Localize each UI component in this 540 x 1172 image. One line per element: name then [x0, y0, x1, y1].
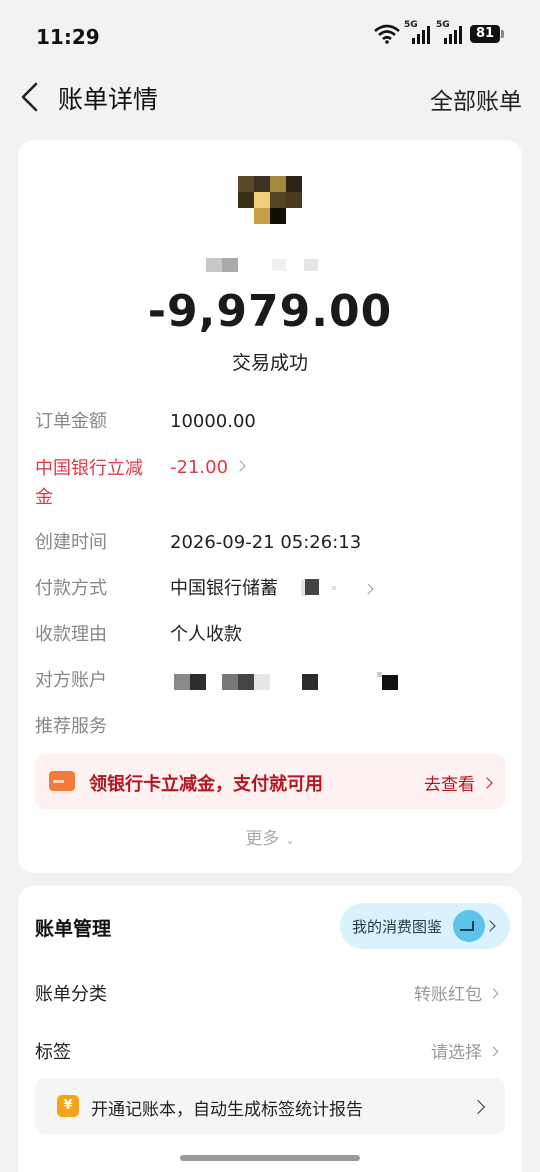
detail-key: 收款理由	[35, 624, 107, 645]
page-title: 账单详情	[58, 85, 159, 114]
chevron-right-icon	[484, 920, 496, 932]
promo-text: 领银行卡立减金，支付就可用	[89, 774, 323, 795]
detail-key: 订单金额	[35, 411, 107, 432]
nav-bar: 账单详情 全部账单	[0, 70, 540, 124]
spending-gallery-button[interactable]: 我的消费图鉴	[340, 903, 510, 949]
detail-key: 对方账户	[35, 670, 107, 691]
open-ledger-banner[interactable]: ¥ 开通记账本，自动生成标签统计报告	[35, 1078, 505, 1134]
redacted-block	[332, 586, 336, 590]
section-title: 账单管理	[35, 918, 112, 940]
detail-key: 中国银行立减金	[35, 458, 143, 508]
ledger-text: 开通记账本，自动生成标签统计报告	[91, 1100, 363, 1120]
chevron-right-icon	[470, 1099, 486, 1115]
chevron-down-icon: ⌄	[285, 834, 295, 847]
wifi-icon	[374, 24, 400, 44]
chevron-right-icon	[488, 1046, 499, 1056]
chevron-left-icon[interactable]	[18, 80, 48, 114]
avatar	[238, 176, 302, 224]
bill-category-row[interactable]: 账单分类 转账红包	[35, 980, 505, 1010]
chevron-right-icon	[234, 460, 246, 472]
cellular-signal-icon: 5G	[436, 20, 464, 44]
detail-value: -21.00	[170, 454, 246, 482]
promo-banner[interactable]: 领银行卡立减金，支付就可用 去查看	[35, 754, 505, 809]
row-value: 转账红包	[414, 980, 499, 1005]
signal-label: 5G	[436, 20, 450, 30]
transaction-amount: -9,979.00	[147, 286, 393, 337]
cellular-signal-icon: 5G	[404, 20, 432, 44]
all-bills-link[interactable]: 全部账单	[430, 82, 522, 116]
row-key: 账单分类	[35, 984, 107, 1005]
chevron-right-icon	[481, 777, 493, 789]
detail-value: 2026-09-21 05:26:13	[170, 532, 362, 553]
detail-key: 推荐服务	[35, 716, 107, 737]
redacted-block	[305, 579, 319, 595]
transaction-status: 交易成功	[231, 352, 308, 374]
transaction-card: -9,979.00 交易成功 订单金额 10000.00 中国银行立减金 -21…	[18, 140, 522, 873]
row-key: 标签	[35, 1042, 71, 1063]
promo-view-link[interactable]: 去查看	[424, 770, 493, 795]
account-redacted	[174, 672, 398, 690]
counterparty-name-redacted	[206, 258, 318, 272]
detail-value: 中国银行储蓄	[170, 575, 500, 603]
detail-key: 创建时间	[35, 532, 107, 553]
spending-gallery-icon	[453, 910, 485, 942]
bill-management-card: 账单管理 我的消费图鉴 账单分类 转账红包 标签 请选择 ¥ 开通记账本，自动生…	[18, 886, 522, 1172]
status-time: 11:29	[36, 25, 100, 49]
chevron-right-icon	[488, 988, 499, 998]
signal-label: 5G	[404, 20, 418, 30]
home-indicator[interactable]	[180, 1155, 360, 1161]
more-button[interactable]: 更多 ⌄	[18, 824, 522, 849]
card-icon	[49, 771, 75, 791]
row-value: 请选择	[431, 1038, 499, 1063]
gallery-label: 我的消费图鉴	[352, 918, 443, 936]
status-icons: 5G 5G 81	[374, 20, 504, 44]
detail-key: 付款方式	[35, 578, 107, 599]
tag-row[interactable]: 标签 请选择	[35, 1038, 505, 1068]
battery-icon: 81	[470, 25, 504, 43]
status-bar: 11:29 5G 5G 81	[0, 0, 540, 70]
yuan-ledger-icon: ¥	[57, 1095, 79, 1117]
chevron-right-icon	[362, 583, 374, 595]
detail-value: 10000.00	[170, 411, 256, 432]
detail-value: 个人收款	[170, 624, 242, 645]
